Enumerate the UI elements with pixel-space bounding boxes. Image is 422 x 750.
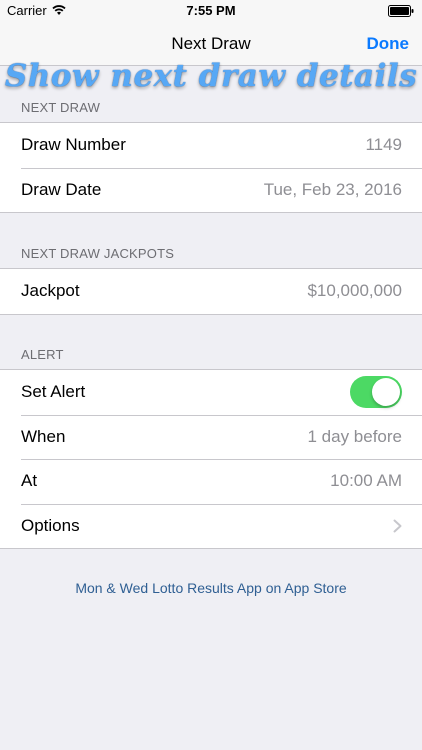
when-row[interactable]: When 1 day before: [0, 414, 422, 460]
jackpots-group: Jackpot $10,000,000: [0, 268, 422, 315]
section-header-alert: ALERT: [21, 347, 64, 362]
promo-banner-text: Show next draw details: [4, 58, 418, 94]
draw-number-label: Draw Number: [21, 135, 126, 155]
at-value: 10:00 AM: [330, 471, 402, 491]
set-alert-label: Set Alert: [21, 382, 86, 402]
battery-icon: [388, 5, 414, 17]
set-alert-row: Set Alert: [0, 370, 422, 415]
chevron-right-icon: [393, 519, 402, 533]
page-title: Next Draw: [171, 34, 251, 53]
section-header-jackpots: NEXT DRAW JACKPOTS: [21, 246, 175, 261]
set-alert-toggle[interactable]: [350, 376, 402, 409]
app-store-link[interactable]: Mon & Wed Lotto Results App on App Store: [0, 580, 422, 596]
jackpot-row: Jackpot $10,000,000: [0, 269, 422, 314]
at-label: At: [21, 471, 38, 491]
draw-date-value: Tue, Feb 23, 2016: [263, 179, 402, 199]
jackpot-label: Jackpot: [21, 281, 80, 301]
draw-number-value: 1149: [365, 135, 402, 155]
jackpot-value: $10,000,000: [307, 281, 402, 301]
draw-number-row: Draw Number 1149: [0, 123, 422, 168]
at-row[interactable]: At 10:00 AM: [0, 459, 422, 504]
section-header-next-draw: NEXT DRAW: [21, 100, 101, 115]
when-value: 1 day before: [307, 426, 402, 446]
next-draw-group: Draw Number 1149 Draw Date Tue, Feb 23, …: [0, 122, 422, 213]
when-label: When: [21, 426, 66, 446]
options-row[interactable]: Options: [0, 503, 422, 549]
done-button[interactable]: Done: [367, 34, 410, 54]
status-bar: Carrier 7:55 PM: [0, 0, 422, 22]
draw-date-label: Draw Date: [21, 179, 102, 199]
options-label: Options: [21, 515, 80, 535]
alert-group: Set Alert When 1 day before At 10:00 AM …: [0, 369, 422, 549]
status-time: 7:55 PM: [186, 3, 236, 18]
toggle-knob: [372, 378, 400, 407]
draw-date-row: Draw Date Tue, Feb 23, 2016: [0, 167, 422, 213]
